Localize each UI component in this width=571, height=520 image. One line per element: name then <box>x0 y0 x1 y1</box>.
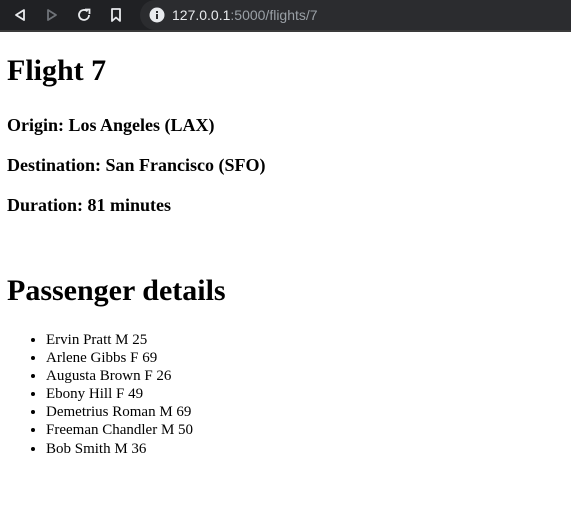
flight-origin: Origin: Los Angeles (LAX) <box>7 115 215 135</box>
back-button[interactable] <box>9 4 31 26</box>
bookmark-icon <box>111 8 121 22</box>
list-item: Demetrius Roman M 69 <box>46 403 193 421</box>
flight-destination: Destination: San Francisco (SFO) <box>7 155 266 175</box>
flight-title: Flight 7 <box>7 54 107 87</box>
list-item: Ervin Pratt M 25 <box>46 331 193 349</box>
info-icon[interactable] <box>149 7 165 23</box>
forward-icon <box>47 9 57 21</box>
address-bar[interactable]: 127.0.0.1:5000/flights/7 <box>140 0 571 30</box>
browser-toolbar: 127.0.0.1:5000/flights/7 <box>0 0 571 32</box>
url-text[interactable]: 127.0.0.1:5000/flights/7 <box>172 6 318 24</box>
passenger-list: Ervin Pratt M 25 Arlene Gibbs F 69 Augus… <box>0 331 193 458</box>
bookmark-button[interactable] <box>105 4 127 26</box>
passenger-details-title: Passenger details <box>7 274 226 307</box>
list-item: Freeman Chandler M 50 <box>46 421 193 439</box>
url-path: :5000/flights/7 <box>230 7 318 23</box>
list-item: Augusta Brown F 26 <box>46 367 193 385</box>
reload-icon <box>78 8 91 21</box>
list-item: Ebony Hill F 49 <box>46 385 193 403</box>
back-icon <box>15 9 25 21</box>
list-item: Bob Smith M 36 <box>46 440 193 458</box>
url-host: 127.0.0.1 <box>172 7 231 23</box>
forward-button[interactable] <box>41 4 63 26</box>
flight-duration: Duration: 81 minutes <box>7 195 172 215</box>
list-item: Arlene Gibbs F 69 <box>46 349 193 367</box>
reload-button[interactable] <box>73 4 95 26</box>
